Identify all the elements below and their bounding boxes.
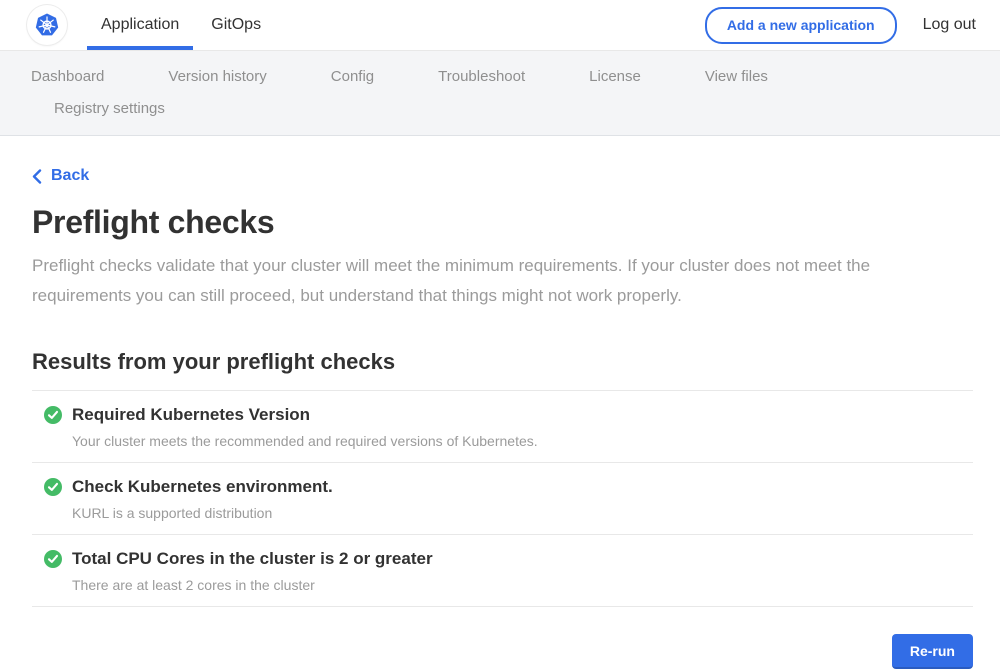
preflight-result-row: Required Kubernetes Version Your cluster… <box>32 391 973 463</box>
top-nav-spacer <box>279 0 705 50</box>
preflight-page: Back Preflight checks Preflight checks v… <box>0 136 1000 669</box>
tab-gitops-label: GitOps <box>211 16 261 34</box>
subnav-item-config[interactable]: Config <box>331 61 374 93</box>
check-head: Check Kubernetes environment. <box>44 477 973 497</box>
subnav-item-version-history[interactable]: Version history <box>168 61 266 93</box>
subnav-item-troubleshoot[interactable]: Troubleshoot <box>438 61 525 93</box>
rerun-button[interactable]: Re-run <box>892 634 973 669</box>
app-sub-nav: Dashboard Version history Config Trouble… <box>0 51 1000 136</box>
kubernetes-logo <box>27 5 67 45</box>
check-circle-icon <box>44 478 62 496</box>
page-title: Preflight checks <box>32 204 973 241</box>
check-message: There are at least 2 cores in the cluste… <box>72 577 973 593</box>
preflight-result-row: Total CPU Cores in the cluster is 2 or g… <box>32 535 973 607</box>
check-message: Your cluster meets the recommended and r… <box>72 433 973 449</box>
preflight-result-row: Check Kubernetes environment. KURL is a … <box>32 463 973 535</box>
check-title: Required Kubernetes Version <box>72 405 310 425</box>
back-link-label: Back <box>51 167 89 185</box>
sub-nav-row-2: Registry settings <box>31 93 1000 125</box>
tab-application-label: Application <box>101 16 179 34</box>
tab-gitops[interactable]: GitOps <box>197 0 275 50</box>
check-head: Required Kubernetes Version <box>44 405 973 425</box>
check-message: KURL is a supported distribution <box>72 505 973 521</box>
tab-application[interactable]: Application <box>87 0 193 50</box>
sub-nav-row-1: Dashboard Version history Config Trouble… <box>31 61 1000 93</box>
check-head: Total CPU Cores in the cluster is 2 or g… <box>44 549 973 569</box>
footer-actions: Re-run <box>32 634 973 669</box>
subnav-item-license[interactable]: License <box>589 61 641 93</box>
logout-link[interactable]: Log out <box>923 16 976 34</box>
chevron-left-icon <box>32 169 42 184</box>
page-description: Preflight checks validate that your clus… <box>32 251 973 311</box>
check-title: Check Kubernetes environment. <box>72 477 333 497</box>
subnav-item-registry-settings[interactable]: Registry settings <box>54 93 165 125</box>
check-circle-icon <box>44 406 62 424</box>
subnav-item-dashboard[interactable]: Dashboard <box>31 61 104 93</box>
check-circle-icon <box>44 550 62 568</box>
preflight-results-list: Required Kubernetes Version Your cluster… <box>32 390 973 607</box>
kubernetes-helm-icon <box>30 8 64 42</box>
back-link[interactable]: Back <box>32 167 89 185</box>
results-heading: Results from your preflight checks <box>32 349 973 375</box>
subnav-item-view-files[interactable]: View files <box>705 61 768 93</box>
top-nav: Application GitOps Add a new application… <box>0 0 1000 51</box>
add-new-application-button[interactable]: Add a new application <box>705 7 897 44</box>
check-title: Total CPU Cores in the cluster is 2 or g… <box>72 549 433 569</box>
